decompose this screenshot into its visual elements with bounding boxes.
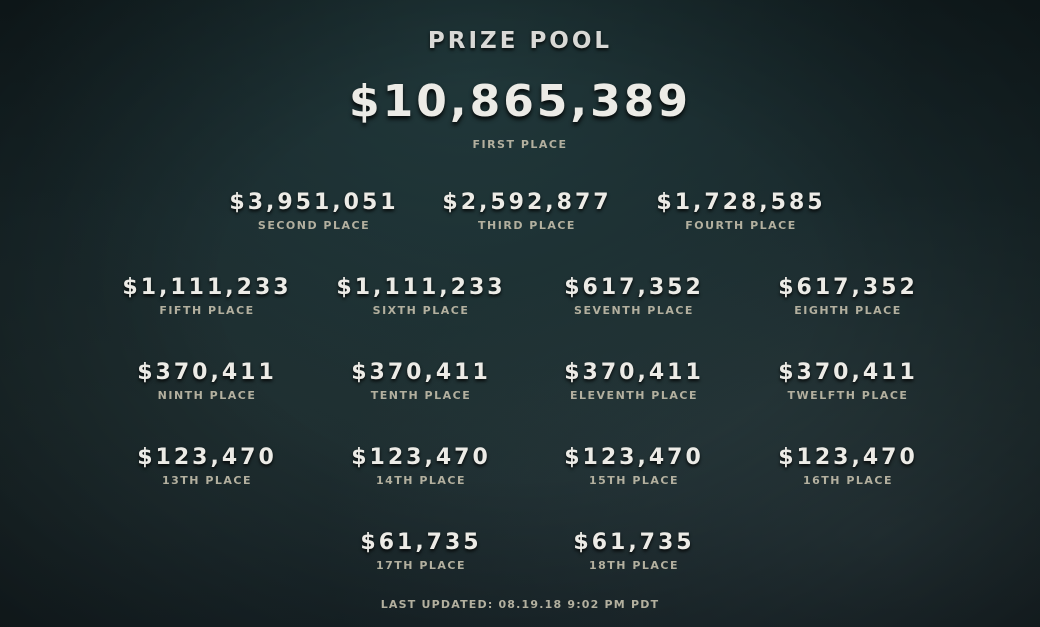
prize-label: SIXTH PLACE (372, 304, 470, 317)
first-place-amount: $10,865,389 (349, 76, 691, 127)
prize-18th-place: $61,735 18TH PLACE (534, 530, 734, 572)
prize-label: 18TH PLACE (588, 559, 680, 572)
prize-amount: $123,470 (778, 445, 918, 470)
prize-twelfth-place: $370,411 TWELFTH PLACE (748, 360, 948, 402)
prize-eleventh-place: $370,411 ELEVENTH PLACE (534, 360, 734, 402)
prize-label: FOURTH PLACE (685, 219, 797, 232)
prize-label: SECOND PLACE (257, 219, 371, 232)
prize-amount: $123,470 (137, 445, 277, 470)
prize-amount: $370,411 (564, 360, 704, 385)
prize-fourth-place: $1,728,585 FOURTH PLACE (641, 190, 841, 232)
prize-label: 13TH PLACE (161, 474, 253, 487)
prize-amount: $123,470 (564, 445, 704, 470)
prize-13th-place: $123,470 13TH PLACE (107, 445, 307, 487)
prize-amount: $1,728,585 (656, 190, 826, 215)
prize-eighth-place: $617,352 EIGHTH PLACE (748, 275, 948, 317)
last-updated-timestamp: LAST UPDATED: 08.19.18 9:02 PM PDT (380, 598, 660, 611)
prize-17th-place: $61,735 17TH PLACE (321, 530, 521, 572)
prize-label: 14TH PLACE (375, 474, 467, 487)
prize-amount: $123,470 (351, 445, 491, 470)
prize-amount: $3,951,051 (229, 190, 399, 215)
prize-label: FIFTH PLACE (159, 304, 255, 317)
prize-15th-place: $123,470 15TH PLACE (534, 445, 734, 487)
prize-label: EIGHTH PLACE (794, 304, 902, 317)
prize-amount: $370,411 (778, 360, 918, 385)
prize-amount: $2,592,877 (442, 190, 612, 215)
prize-tenth-place: $370,411 TENTH PLACE (321, 360, 521, 402)
prize-label: TENTH PLACE (370, 389, 472, 402)
prize-sixth-place: $1,111,233 SIXTH PLACE (321, 275, 521, 317)
prize-ninth-place: $370,411 NINTH PLACE (107, 360, 307, 402)
prize-label: 15TH PLACE (588, 474, 680, 487)
prize-16th-place: $123,470 16TH PLACE (748, 445, 948, 487)
prize-label: 16TH PLACE (802, 474, 894, 487)
prize-amount: $1,111,233 (122, 275, 292, 300)
prize-second-place: $3,951,051 SECOND PLACE (214, 190, 414, 232)
page-title: PRIZE POOL (427, 28, 613, 54)
prize-amount: $370,411 (351, 360, 491, 385)
prize-label: ELEVENTH PLACE (570, 389, 698, 402)
prize-label: SEVENTH PLACE (574, 304, 694, 317)
prize-amount: $370,411 (137, 360, 277, 385)
prize-amount: $617,352 (564, 275, 704, 300)
prize-14th-place: $123,470 14TH PLACE (321, 445, 521, 487)
prize-label: 17TH PLACE (375, 559, 467, 572)
prize-amount: $1,111,233 (336, 275, 506, 300)
prize-amount: $61,735 (573, 530, 695, 555)
prize-label: NINTH PLACE (157, 389, 257, 402)
prize-amount: $61,735 (360, 530, 482, 555)
prize-label: THIRD PLACE (478, 219, 576, 232)
prize-seventh-place: $617,352 SEVENTH PLACE (534, 275, 734, 317)
prize-label: TWELFTH PLACE (787, 389, 909, 402)
first-place-label: FIRST PLACE (472, 138, 568, 151)
prize-third-place: $2,592,877 THIRD PLACE (427, 190, 627, 232)
prize-amount: $617,352 (778, 275, 918, 300)
prize-fifth-place: $1,111,233 FIFTH PLACE (107, 275, 307, 317)
